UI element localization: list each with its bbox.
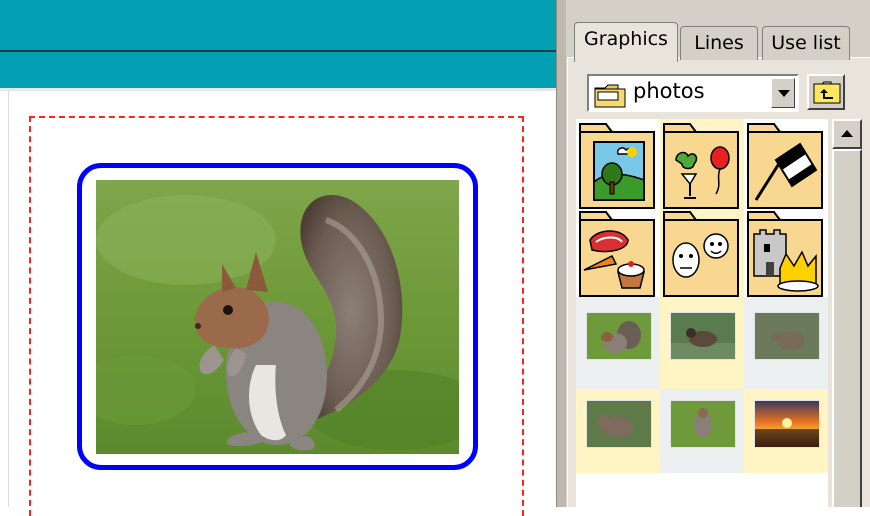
folder-up-icon xyxy=(813,81,841,109)
folder-select-value: photos xyxy=(633,79,705,103)
chevron-down-icon[interactable] xyxy=(771,78,795,108)
photo-thumb-hare[interactable] xyxy=(746,312,826,392)
photo-thumb-duck[interactable] xyxy=(662,312,742,392)
toolbar-shadow xyxy=(0,88,556,91)
racing-flag-folder[interactable] xyxy=(746,122,824,214)
party-folder-icon xyxy=(663,123,739,209)
food-folder[interactable] xyxy=(578,210,656,302)
tab-graphics[interactable]: Graphics xyxy=(574,22,678,62)
top-toolbar-bar xyxy=(0,0,556,88)
panel-splitter[interactable] xyxy=(556,0,566,507)
scrollbar-thumb[interactable] xyxy=(832,149,862,507)
party-folder[interactable] xyxy=(662,122,740,214)
folder-select[interactable]: photos xyxy=(587,74,799,112)
tab-lines[interactable]: Lines xyxy=(680,26,758,60)
photo-thumb-squirrel-2[interactable] xyxy=(662,400,742,480)
castle-crown-folder-icon xyxy=(747,211,823,297)
photo-thumb-sunset[interactable] xyxy=(746,400,826,480)
food-folder-icon xyxy=(579,211,655,297)
up-folder-button[interactable] xyxy=(807,74,845,110)
duck-photo-thumbnail xyxy=(670,312,736,360)
toolbar-divider xyxy=(0,50,556,52)
squirrel-photo-thumbnail xyxy=(670,400,736,448)
faces-folder[interactable] xyxy=(662,210,740,302)
faces-folder-icon xyxy=(663,211,739,297)
folder-icon xyxy=(594,84,628,112)
photo-thumb-squirrel-1[interactable] xyxy=(578,312,658,392)
page-edge xyxy=(8,91,9,507)
scroll-up-button[interactable] xyxy=(832,119,862,149)
squirrel-photo-thumbnail xyxy=(586,312,652,360)
photo-thumb-rabbit[interactable] xyxy=(578,400,658,480)
rabbit-photo-thumbnail xyxy=(586,400,652,448)
landscape-folder[interactable] xyxy=(578,122,656,214)
landscape-folder-icon xyxy=(579,123,655,209)
hare-photo-thumbnail xyxy=(754,312,820,360)
squirrel-photo[interactable] xyxy=(96,180,459,454)
sunset-photo-thumbnail xyxy=(754,400,820,448)
racing-flag-folder-icon xyxy=(747,123,823,209)
castle-folder[interactable] xyxy=(746,210,824,302)
tab-use-list[interactable]: Use list xyxy=(762,26,850,60)
